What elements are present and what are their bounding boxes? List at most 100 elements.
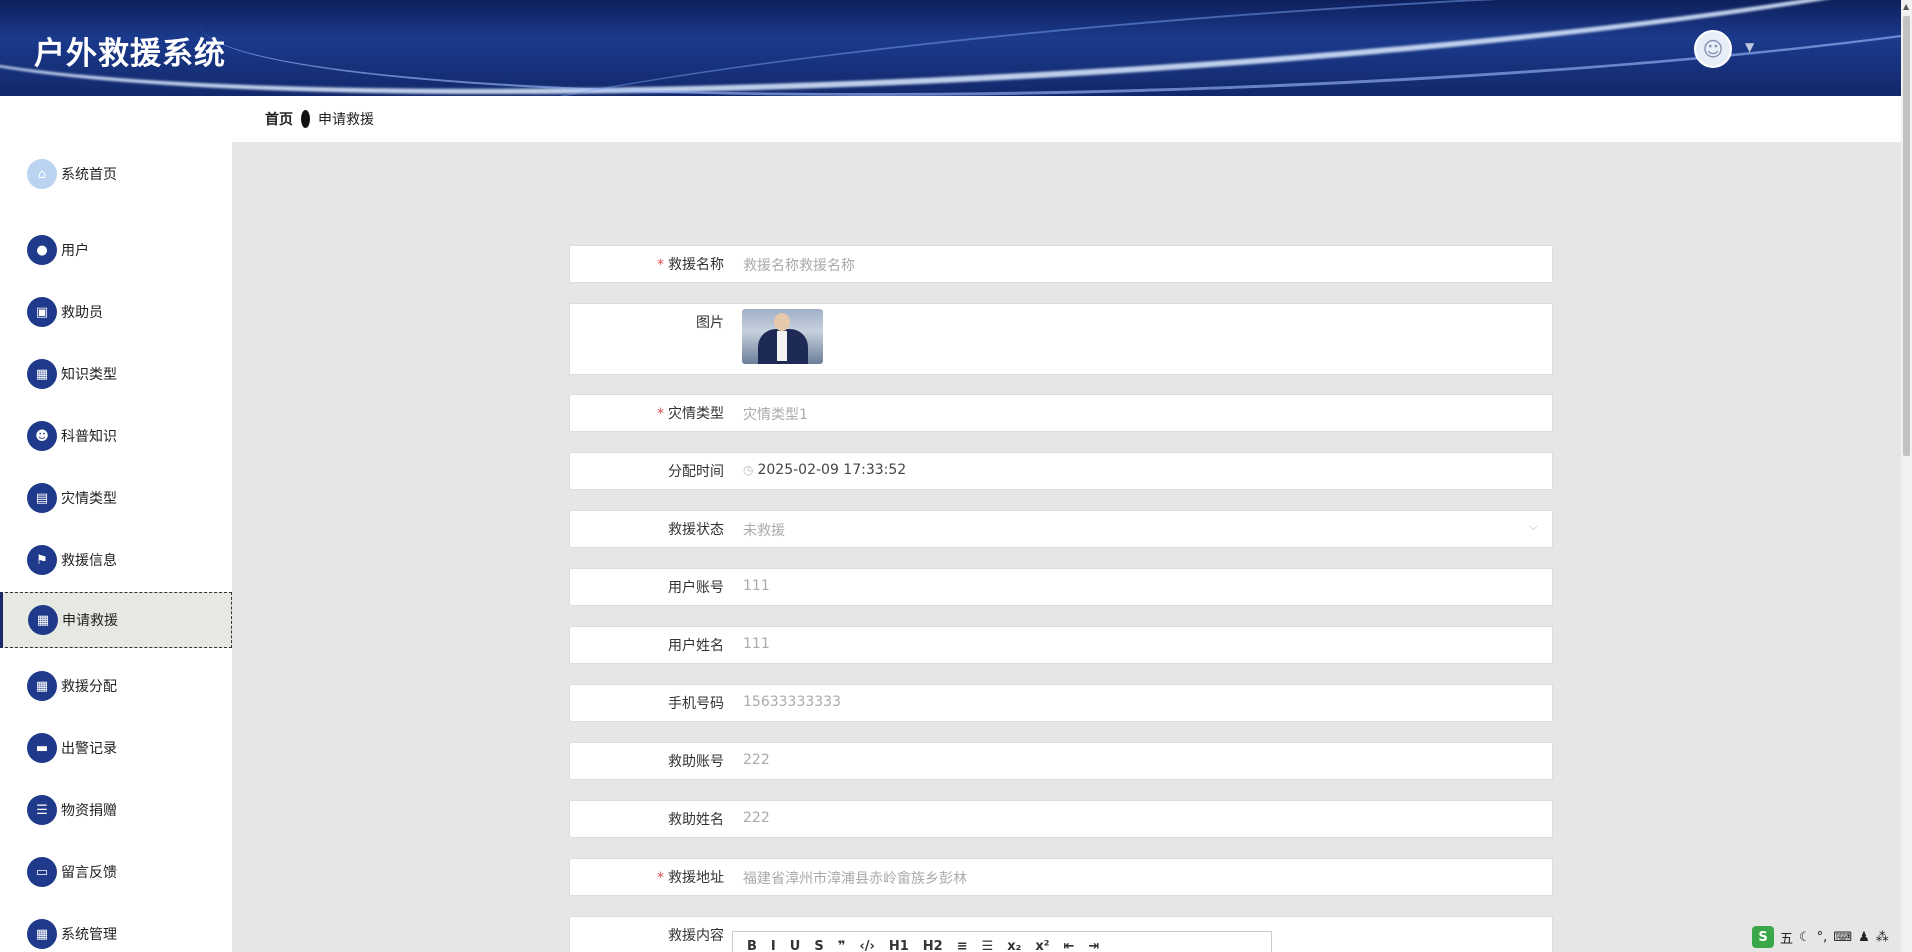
chart-icon: ▤: [27, 483, 57, 513]
sidebar-item-label: 留言反馈: [61, 865, 117, 881]
sidebar-item-label: 救援信息: [61, 553, 117, 569]
sidebar-item-rescue-assignment[interactable]: ▦ 救援分配: [0, 660, 232, 712]
rescue-status-field[interactable]: 救援状态 未救援 ⌵: [569, 510, 1553, 548]
helper-name-field[interactable]: 救助姓名 222: [569, 800, 1553, 838]
clock-icon: ◷: [743, 463, 754, 477]
sidebar-item-label: 出警记录: [61, 741, 117, 757]
field-label: 分配时间: [668, 464, 724, 480]
user-account-input[interactable]: 111: [743, 578, 770, 594]
helper-account-input[interactable]: 222: [743, 752, 770, 768]
uploaded-photo[interactable]: [742, 309, 823, 364]
scrollbar-thumb[interactable]: [1903, 16, 1910, 456]
phone-field[interactable]: 手机号码 15633333333: [569, 684, 1553, 722]
image-field: 图片: [569, 303, 1553, 375]
strike-button[interactable]: S: [814, 939, 823, 952]
field-label: 手机号码: [668, 696, 724, 712]
assign-time-input[interactable]: ◷ 2025-02-09 17:33:52: [743, 462, 906, 478]
moon-icon[interactable]: ☾: [1799, 930, 1811, 945]
rescue-status-select[interactable]: 未救援: [743, 520, 785, 540]
sidebar-item-label: 物资捐赠: [61, 803, 117, 819]
user-account-field[interactable]: 用户账号 111: [569, 568, 1553, 606]
app-title: 户外救援系统: [34, 36, 226, 72]
clipboard-icon: ▣: [27, 297, 57, 327]
sidebar-item-rescue-info[interactable]: ⚑ 救援信息: [0, 534, 232, 586]
indent-button[interactable]: ⇥: [1088, 939, 1099, 952]
sidebar-item-users[interactable]: ● 用户: [0, 224, 232, 276]
user-icon[interactable]: ♟: [1858, 930, 1870, 945]
field-label: 救助账号: [668, 754, 724, 770]
h1-button[interactable]: H1: [889, 939, 909, 952]
person-icon: ☻: [27, 421, 57, 451]
sidebar-item-system-management[interactable]: ▦ 系统管理: [0, 908, 232, 952]
sidebar-item-knowledge-types[interactable]: ▦ 知识类型: [0, 348, 232, 400]
sidebar-item-science-knowledge[interactable]: ☻ 科普知识: [0, 410, 232, 462]
sidebar-item-apply-rescue[interactable]: ▦ 申请救援: [0, 592, 232, 648]
sidebar-item-label: 科普知识: [61, 429, 117, 445]
bullet-list-button[interactable]: ☰: [982, 939, 994, 952]
top-header: 户外救援系统 ☺ ▼: [0, 0, 1901, 96]
punctuation-icon[interactable]: °,: [1817, 930, 1828, 945]
superscript-button[interactable]: x²: [1035, 939, 1049, 952]
subscript-button[interactable]: x₂: [1007, 939, 1021, 952]
user-name-input[interactable]: 111: [743, 636, 770, 652]
disaster-type-input[interactable]: 灾情类型1: [743, 404, 808, 424]
user-name-field[interactable]: 用户姓名 111: [569, 626, 1553, 664]
sidebar-item-label: 用户: [61, 243, 89, 259]
sidebar-item-donations[interactable]: ☰ 物资捐赠: [0, 784, 232, 836]
grid-icon: ▦: [27, 671, 57, 701]
field-label: * 灾情类型: [657, 406, 724, 422]
page-scrollbar[interactable]: ▲: [1901, 0, 1912, 952]
sidebar: ⌂ 系统首页 ● 用户 ▣ 救助员 ▦ 知识类型 ☻ 科普知识 ▤ 灾情类型 ⚑…: [0, 96, 232, 952]
sidebar-item-label: 申请救援: [62, 613, 118, 629]
list-icon: ☰: [27, 795, 57, 825]
sidebar-item-disaster-types[interactable]: ▤ 灾情类型: [0, 472, 232, 524]
disaster-type-field[interactable]: * 灾情类型 灾情类型1: [569, 394, 1553, 432]
rescue-address-input[interactable]: 福建省漳州市漳浦县赤岭畲族乡彭林: [743, 868, 967, 888]
user-avatar-icon[interactable]: ☺: [1694, 30, 1732, 68]
field-label: * 救援地址: [657, 870, 724, 886]
breadcrumb-home-link[interactable]: 首页: [265, 109, 293, 129]
inbox-icon: ▭: [27, 857, 57, 887]
sidebar-item-dispatch-records[interactable]: ▬ 出警记录: [0, 722, 232, 774]
breadcrumb-separator-icon: [301, 110, 310, 128]
breadcrumb-current: 申请救援: [318, 112, 374, 128]
sidebar-item-feedback[interactable]: ▭ 留言反馈: [0, 846, 232, 898]
italic-button[interactable]: I: [771, 939, 776, 952]
home-icon: ⌂: [27, 159, 57, 189]
helper-name-input[interactable]: 222: [743, 810, 770, 826]
sidebar-item-home[interactable]: ⌂ 系统首页: [0, 148, 232, 200]
rescue-address-field[interactable]: * 救援地址 福建省漳州市漳浦县赤岭畲族乡彭林: [569, 858, 1553, 896]
monitor-icon: ▬: [27, 733, 57, 763]
assign-time-field[interactable]: 分配时间 ◷ 2025-02-09 17:33:52: [569, 452, 1553, 490]
field-label: 救助姓名: [668, 812, 724, 828]
rescue-name-field[interactable]: * 救援名称 救援名称救援名称: [569, 245, 1553, 283]
ordered-list-button[interactable]: ≡: [957, 939, 968, 952]
underline-button[interactable]: U: [790, 939, 801, 952]
chevron-down-icon[interactable]: ⌵: [1529, 519, 1538, 534]
phone-input[interactable]: 15633333333: [743, 694, 841, 710]
sidebar-item-label: 救援分配: [61, 679, 117, 695]
rich-text-toolbar: B I U S ❞ ‹/› H1 H2 ≡ ☰ x₂ x² ⇤ ⇥: [732, 931, 1272, 952]
scroll-up-icon[interactable]: ▲: [1903, 2, 1909, 11]
field-label: 用户账号: [668, 580, 724, 596]
outdent-button[interactable]: ⇤: [1063, 939, 1074, 952]
field-label: 用户姓名: [668, 638, 724, 654]
settings-icon[interactable]: ⁂: [1876, 930, 1889, 945]
grid-icon: ▦: [28, 605, 58, 635]
code-button[interactable]: ‹/›: [859, 939, 874, 952]
sidebar-item-rescuers[interactable]: ▣ 救助员: [0, 286, 232, 338]
ime-logo-icon[interactable]: S: [1752, 926, 1774, 948]
rescue-name-input[interactable]: 救援名称救援名称: [743, 255, 855, 275]
h2-button[interactable]: H2: [923, 939, 943, 952]
field-label: 救援状态: [668, 522, 724, 538]
bold-button[interactable]: B: [747, 939, 757, 952]
ime-mode[interactable]: 五: [1780, 928, 1793, 947]
user-icon: ●: [27, 235, 57, 265]
helper-account-field[interactable]: 救助账号 222: [569, 742, 1553, 780]
breadcrumb: 首页 申请救援: [232, 96, 1901, 142]
field-label: 救援内容: [668, 928, 724, 944]
keyboard-icon[interactable]: ⌨: [1833, 930, 1852, 945]
chevron-down-icon[interactable]: ▼: [1745, 40, 1754, 54]
grid-icon: ▦: [27, 919, 57, 949]
quote-button[interactable]: ❞: [838, 939, 846, 952]
